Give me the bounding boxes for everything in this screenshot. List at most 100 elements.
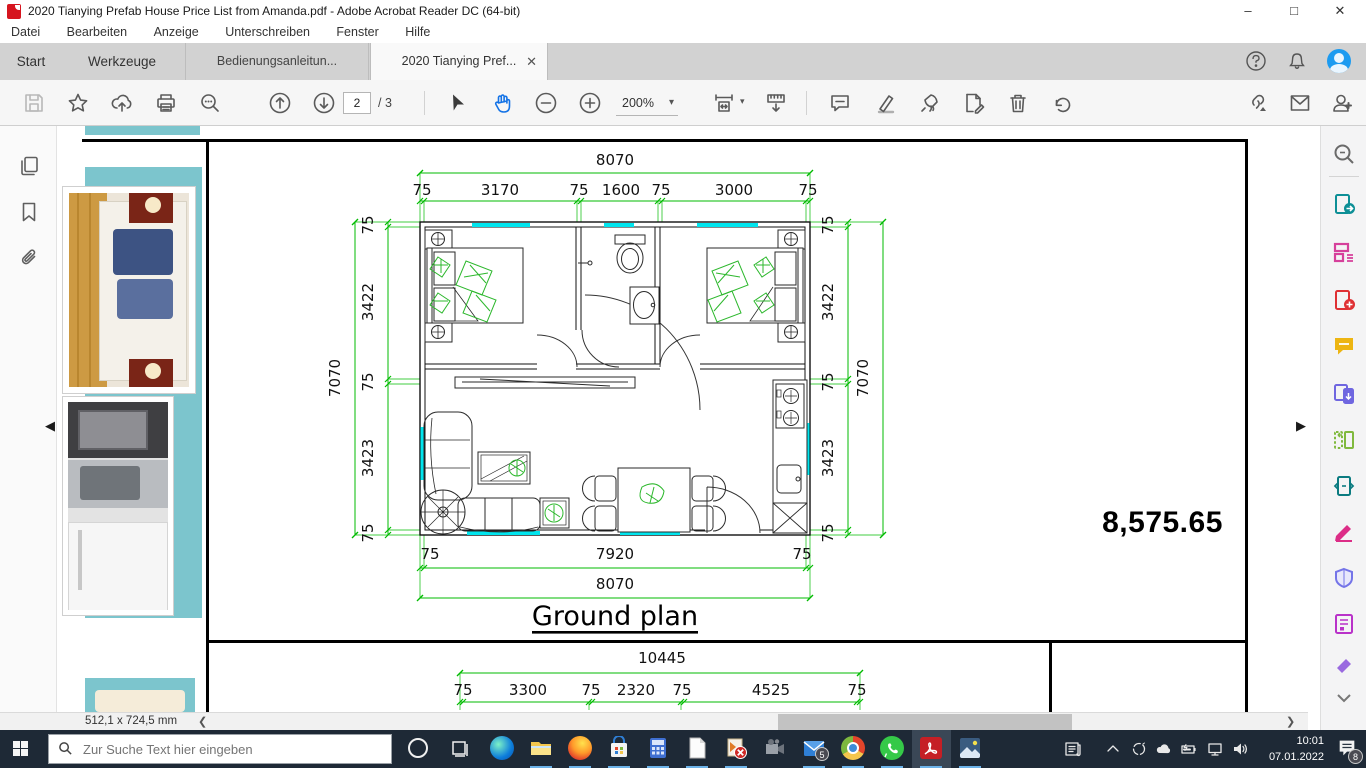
print-icon[interactable] — [154, 91, 178, 115]
menu-bearbeiten[interactable]: Bearbeiten — [56, 23, 138, 39]
search-document-icon[interactable] — [1332, 142, 1356, 166]
menu-anzeige[interactable]: Anzeige — [143, 23, 210, 39]
sync-status-icon[interactable] — [1130, 740, 1148, 758]
task-view-icon[interactable] — [450, 739, 476, 765]
next-page-side-arrow[interactable]: ▶ — [1296, 418, 1306, 434]
email-icon[interactable] — [1288, 91, 1312, 115]
search-icon[interactable] — [198, 91, 222, 115]
menu-hilfe[interactable]: Hilfe — [394, 23, 441, 39]
share-upload-icon[interactable] — [110, 91, 134, 115]
acrobat-taskbar-icon[interactable] — [919, 736, 945, 762]
app-error-icon[interactable] — [724, 736, 750, 762]
user-avatar[interactable] — [1327, 49, 1351, 73]
export-pdf-icon[interactable] — [1332, 192, 1356, 216]
tab-start[interactable]: Start — [0, 43, 62, 80]
compress-pdf-icon[interactable] — [1332, 474, 1356, 498]
save-icon[interactable] — [22, 91, 46, 115]
mail-icon[interactable]: 5 — [802, 736, 829, 762]
toolbar: / 3 200% ▾ ▾ — [0, 80, 1366, 126]
attachments-icon[interactable] — [17, 246, 41, 270]
organize-pages-icon[interactable] — [1332, 428, 1356, 452]
tab-werkzeuge[interactable]: Werkzeuge — [62, 43, 182, 80]
chevron-down-icon[interactable]: ▾ — [740, 96, 745, 107]
dim-bottom-total: 8070 — [596, 575, 634, 593]
microsoft-store-icon[interactable] — [607, 735, 633, 762]
next-page-icon[interactable] — [312, 91, 336, 115]
document-app-icon[interactable] — [685, 736, 711, 762]
comment-icon[interactable] — [828, 91, 852, 115]
create-pdf-icon[interactable] — [1332, 288, 1356, 312]
zoom-out-icon[interactable] — [534, 91, 558, 115]
dim-lower-seg0: 75 — [453, 681, 472, 699]
menu-datei[interactable]: Datei — [0, 23, 51, 39]
dim-left-outer: 7070 — [326, 359, 344, 397]
protect-pdf-icon[interactable] — [1332, 566, 1356, 590]
scroll-left-icon[interactable]: ❮ — [198, 715, 207, 728]
tab-close-icon[interactable]: ✕ — [526, 43, 537, 80]
delete-icon[interactable] — [1006, 91, 1030, 115]
combine-files-icon[interactable] — [1332, 382, 1356, 406]
page-number-input[interactable] — [343, 92, 371, 114]
menu-unterschreiben[interactable]: Unterschreiben — [214, 23, 321, 39]
prepare-form-icon[interactable] — [1332, 612, 1356, 636]
chrome-icon[interactable] — [841, 736, 867, 762]
notification-bell-icon[interactable] — [1286, 50, 1308, 72]
bookmarks-icon[interactable] — [17, 200, 41, 224]
dim-bottom-seg2: 75 — [792, 545, 811, 563]
taskbar-search-input[interactable] — [48, 734, 392, 764]
start-button[interactable] — [13, 741, 29, 757]
network-icon[interactable] — [1206, 740, 1224, 758]
dim-right-seg4: 75 — [819, 523, 837, 542]
whatsapp-icon[interactable] — [880, 736, 906, 762]
onedrive-cloud-icon[interactable] — [1155, 740, 1173, 758]
select-cursor-icon[interactable] — [446, 91, 470, 115]
menu-fenster[interactable]: Fenster — [325, 23, 389, 39]
fill-sign-icon[interactable] — [1332, 520, 1356, 544]
share-link-icon[interactable] — [1244, 91, 1268, 115]
tray-chevron-up-icon[interactable] — [1104, 740, 1122, 758]
add-person-icon[interactable] — [1330, 91, 1354, 115]
doc-tab-bedienungsanleitung[interactable]: Bedienungsanleitun... — [185, 43, 369, 80]
file-explorer-icon[interactable] — [529, 736, 555, 762]
fit-width-icon[interactable] — [712, 91, 736, 115]
volume-icon[interactable] — [1231, 740, 1249, 758]
minimize-button[interactable]: – — [1228, 0, 1268, 23]
doc-tab-tianying[interactable]: 2020 Tianying Pref... ✕ — [370, 43, 548, 80]
zoom-in-icon[interactable] — [578, 91, 602, 115]
comment-tool-icon[interactable] — [1332, 334, 1356, 358]
previous-page-icon[interactable] — [268, 91, 292, 115]
zoom-level-select[interactable]: 200% ▾ — [616, 92, 678, 116]
close-button[interactable]: ✕ — [1320, 0, 1360, 23]
dim-top-seg0: 75 — [412, 181, 431, 199]
previous-page-side-arrow[interactable]: ◀ — [45, 418, 55, 434]
measure-tool-icon[interactable] — [764, 91, 788, 115]
sidebar-scroll-down-icon[interactable] — [1332, 686, 1356, 710]
calculator-icon[interactable] — [646, 736, 672, 762]
scroll-right-icon[interactable]: ❯ — [1286, 715, 1295, 728]
help-icon[interactable] — [1245, 50, 1267, 72]
plan-title: Ground plan — [532, 601, 698, 632]
cortana-icon[interactable] — [408, 738, 434, 764]
news-widget-icon[interactable] — [1064, 740, 1082, 758]
photos-app-icon[interactable] — [958, 736, 984, 762]
hand-tool-icon[interactable] — [490, 91, 514, 115]
camera-app-icon[interactable] — [763, 736, 789, 762]
doc-tab-label: 2020 Tianying Pref... — [401, 54, 517, 68]
more-tools-pen-icon[interactable] — [1332, 654, 1356, 678]
star-icon[interactable] — [66, 91, 90, 115]
action-center-icon[interactable]: 8 — [1336, 737, 1363, 764]
edit-pdf-icon[interactable] — [1332, 240, 1356, 264]
acrobat-app-icon — [7, 4, 21, 19]
horizontal-scrollbar-thumb[interactable] — [778, 714, 1072, 730]
sign-icon[interactable] — [918, 91, 942, 115]
maximize-button[interactable]: □ — [1274, 0, 1314, 23]
firefox-icon[interactable] — [568, 736, 594, 762]
taskbar-clock[interactable]: 10:01 07.01.2022 — [1256, 733, 1324, 765]
rotate-icon[interactable] — [1050, 91, 1074, 115]
dim-bottom-seg0: 75 — [420, 545, 439, 563]
highlight-icon[interactable] — [874, 91, 898, 115]
page-edit-icon[interactable] — [962, 91, 986, 115]
battery-icon[interactable] — [1180, 740, 1198, 758]
page-thumbnails-icon[interactable] — [17, 154, 41, 178]
edge-icon[interactable] — [490, 736, 516, 762]
